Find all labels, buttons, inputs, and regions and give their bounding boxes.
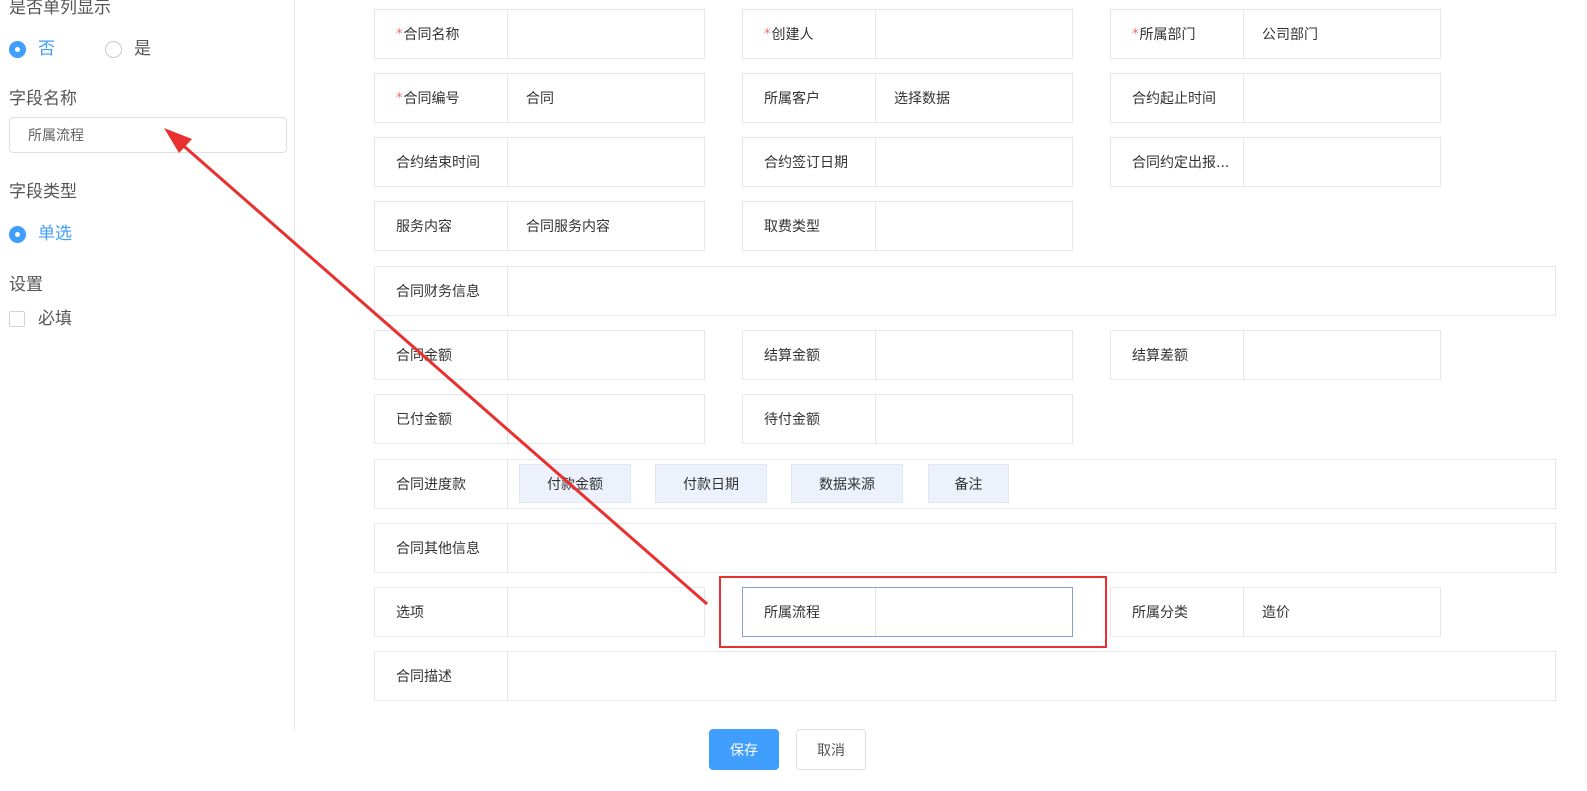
radio-label: 否 (38, 39, 55, 59)
field-label: 结算金额 (743, 331, 876, 379)
field-label: 合同其他信息 (375, 524, 508, 572)
cancel-button[interactable]: 取消 (796, 729, 866, 770)
field-value: 公司部门 (1262, 27, 1318, 43)
field-label: 合约签订日期 (743, 138, 876, 186)
field-value: 合同服务内容 (526, 219, 610, 235)
required-mark: * (764, 26, 771, 42)
subtable-column-payment-amount[interactable]: 付款金额 (519, 464, 631, 503)
form-field-sign-date[interactable]: 合约签订日期 (742, 137, 1073, 187)
field-label: * 所属部门 (1111, 10, 1244, 58)
field-settings-panel: 是否单列显示 否 是 字段名称 字段类型 单选 设置 必填 (0, 0, 295, 730)
form-field-finance-info[interactable]: 合同财务信息 (374, 266, 1556, 316)
field-value (508, 588, 704, 636)
field-label: 合约结束时间 (375, 138, 508, 186)
radio-unchecked-icon (105, 40, 122, 58)
field-type-single-radio[interactable]: 单选 (9, 224, 72, 244)
field-type-title: 字段类型 (9, 182, 77, 202)
field-label-text: 合同编号 (403, 91, 460, 107)
field-label: 所属分类 (1111, 588, 1244, 636)
form-field-contract-period[interactable]: 合约起止时间 (1110, 73, 1441, 123)
form-field-other-info[interactable]: 合同其他信息 (374, 523, 1556, 573)
field-value (876, 331, 1072, 379)
checkbox-label: 必填 (38, 309, 72, 329)
form-field-options[interactable]: 选项 (374, 587, 705, 637)
form-field-contract-number[interactable]: * 合同编号 合同 (374, 73, 705, 123)
form-field-service-content[interactable]: 服务内容 合同服务内容 (374, 201, 705, 251)
form-field-fee-type[interactable]: 取费类型 (742, 201, 1073, 251)
field-label: 合同约定出报... (1111, 138, 1244, 186)
form-field-category[interactable]: 所属分类 造价 (1110, 587, 1441, 637)
single-column-no-radio[interactable]: 否 (9, 39, 55, 59)
field-value (1244, 74, 1440, 122)
field-label: 所属流程 (743, 588, 876, 636)
field-value (508, 138, 704, 186)
form-field-contract-amount[interactable]: 合同金额 (374, 330, 705, 380)
field-value (876, 10, 1072, 58)
field-value (508, 524, 1555, 572)
field-label-text: 合同名称 (403, 27, 460, 43)
field-label: 选项 (375, 588, 508, 636)
required-checkbox[interactable]: 必填 (9, 309, 72, 329)
form-field-description[interactable]: 合同描述 (374, 651, 1556, 701)
settings-title: 设置 (9, 275, 43, 295)
form-field-department[interactable]: * 所属部门 公司部门 (1110, 9, 1441, 59)
single-column-title: 是否单列显示 (9, 0, 111, 18)
field-value (876, 395, 1072, 443)
form-field-creator[interactable]: * 创建人 (742, 9, 1073, 59)
field-value (1244, 138, 1440, 186)
subtable-column-data-source[interactable]: 数据来源 (791, 464, 903, 503)
field-value: 合同 (526, 91, 554, 107)
field-label: 合同描述 (375, 652, 508, 700)
form-field-settlement-amount[interactable]: 结算金额 (742, 330, 1073, 380)
field-label: * 创建人 (743, 10, 876, 58)
field-value (508, 10, 704, 58)
field-label: * 合同名称 (375, 10, 508, 58)
field-label: 结算差额 (1111, 331, 1244, 379)
subtable-column-payment-date[interactable]: 付款日期 (655, 464, 767, 503)
field-value (876, 138, 1072, 186)
form-field-contract-end-time[interactable]: 合约结束时间 (374, 137, 705, 187)
form-field-customer[interactable]: 所属客户 选择数据 (742, 73, 1073, 123)
field-value (1244, 331, 1440, 379)
save-button[interactable]: 保存 (709, 729, 779, 770)
form-field-pending-amount[interactable]: 待付金额 (742, 394, 1073, 444)
field-value: 选择数据 (894, 91, 950, 107)
form-field-report-date[interactable]: 合同约定出报... (1110, 137, 1441, 187)
field-value: 造价 (1262, 605, 1290, 621)
subtable-column-remark[interactable]: 备注 (928, 464, 1009, 503)
field-name-title: 字段名称 (9, 89, 77, 109)
field-label: 待付金额 (743, 395, 876, 443)
field-label: 服务内容 (375, 202, 508, 250)
field-value (876, 588, 1072, 636)
field-label-text: 所属部门 (1139, 27, 1196, 43)
field-value (508, 267, 1555, 315)
field-name-input[interactable] (9, 117, 287, 153)
field-label-text: 创建人 (771, 27, 814, 43)
field-label: 合约起止时间 (1111, 74, 1244, 122)
field-label: 所属客户 (743, 74, 876, 122)
field-label: * 合同编号 (375, 74, 508, 122)
field-label: 已付金额 (375, 395, 508, 443)
checkbox-icon (9, 311, 25, 327)
required-mark: * (396, 26, 403, 42)
field-value (876, 202, 1072, 250)
single-column-yes-radio[interactable]: 是 (105, 39, 151, 59)
field-label: 取费类型 (743, 202, 876, 250)
field-value (508, 395, 704, 443)
form-field-paid-amount[interactable]: 已付金额 (374, 394, 705, 444)
radio-label: 单选 (38, 224, 72, 244)
radio-label: 是 (134, 39, 151, 59)
field-label: 合同进度款 (375, 460, 508, 508)
radio-checked-icon (9, 225, 26, 243)
field-value (508, 652, 1555, 700)
field-value (508, 331, 704, 379)
form-field-settlement-difference[interactable]: 结算差额 (1110, 330, 1441, 380)
field-label: 合同金额 (375, 331, 508, 379)
required-mark: * (396, 90, 403, 106)
field-label: 合同财务信息 (375, 267, 508, 315)
form-field-process-selected[interactable]: 所属流程 (742, 587, 1073, 637)
required-mark: * (1132, 26, 1139, 42)
form-field-contract-name[interactable]: * 合同名称 (374, 9, 705, 59)
radio-checked-icon (9, 40, 26, 58)
